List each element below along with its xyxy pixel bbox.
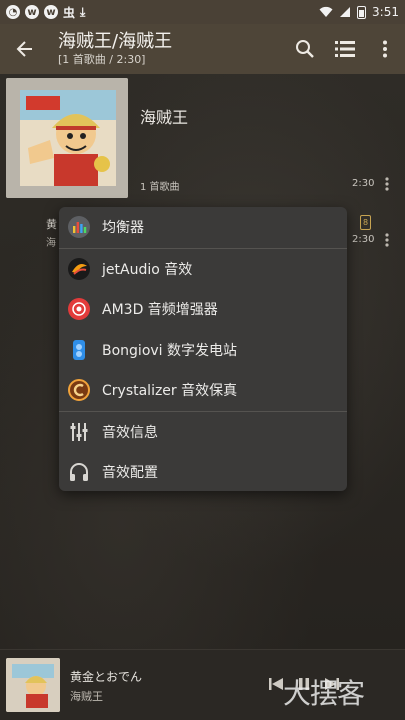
- generic-app-icon: ◔: [6, 5, 20, 19]
- album-more-button[interactable]: [378, 174, 396, 194]
- menu-item-crystalizer[interactable]: Crystalizer 音效保真: [59, 370, 347, 411]
- menu-item-label: Bongiovi 数字发电站: [102, 342, 238, 359]
- search-button[interactable]: [285, 24, 325, 74]
- skip-previous-icon: [269, 678, 283, 690]
- list-view-button[interactable]: [325, 24, 365, 74]
- jetaudio-icon: [68, 257, 90, 280]
- list-icon: [335, 41, 355, 57]
- more-vertical-icon: [385, 177, 389, 191]
- menu-item-equalizer[interactable]: 均衡器: [59, 207, 347, 248]
- previous-button[interactable]: [268, 676, 284, 696]
- menu-item-label: Crystalizer 音效保真: [102, 383, 238, 400]
- album-cover-image[interactable]: [6, 78, 128, 198]
- menu-item-label: AM3D 音频增强器: [102, 302, 218, 319]
- search-icon: [296, 40, 314, 58]
- status-bar: ◔ w w 虫 ⤓ 3:51: [0, 0, 405, 24]
- player-track-title: 黄金とおでん: [70, 670, 143, 684]
- sliders-icon: [68, 421, 90, 443]
- am3d-icon: [68, 298, 90, 321]
- track-more-button[interactable]: [378, 230, 396, 250]
- overflow-menu-button[interactable]: [365, 24, 405, 74]
- track-title: 黄: [46, 218, 57, 231]
- bongiovi-icon: [68, 339, 90, 361]
- album-song-count: 1 首歌曲: [140, 182, 180, 193]
- chat-app-icon: 虫: [63, 5, 76, 20]
- album-duration: 2:30: [352, 178, 375, 189]
- menu-item-label: 音效信息: [102, 424, 158, 441]
- player-album-art[interactable]: [6, 658, 60, 712]
- menu-item-am3d[interactable]: AM3D 音频增强器: [59, 289, 347, 330]
- download-icon: ⤓: [80, 4, 86, 19]
- album-title: 海贼王: [140, 108, 189, 127]
- back-button[interactable]: [0, 24, 50, 74]
- notification-icons: ◔ w w 虫 ⤓: [6, 4, 85, 21]
- signal-icon: [340, 7, 351, 17]
- watermark-text: 大摆客: [283, 677, 365, 710]
- battery-icon: [357, 5, 367, 19]
- equalizer-icon: [68, 216, 90, 239]
- app-bar: 海贼王/海贼王 [1 首歌曲 / 2:30]: [0, 24, 405, 74]
- quality-badge-icon: 8: [360, 215, 371, 230]
- player-track-artist: 海贼王: [70, 690, 103, 703]
- menu-item-bongiovi[interactable]: Bongiovi 数字发电站: [59, 330, 347, 371]
- menu-item-effect-config[interactable]: 音效配置: [59, 452, 347, 491]
- menu-item-label: 音效配置: [102, 465, 158, 482]
- more-vertical-icon: [385, 233, 389, 247]
- track-duration: 2:30: [352, 234, 375, 245]
- page-subtitle: [1 首歌曲 / 2:30]: [58, 53, 146, 66]
- menu-item-label: jetAudio 音效: [102, 261, 193, 278]
- menu-item-effect-info[interactable]: 音效信息: [59, 412, 347, 453]
- menu-item-jetaudio[interactable]: jetAudio 音效: [59, 249, 347, 290]
- track-artist: 海: [46, 238, 56, 249]
- menu-item-label: 均衡器: [102, 220, 144, 237]
- w-app-icon: w: [44, 5, 58, 19]
- wifi-icon: [319, 6, 333, 17]
- arrow-back-icon: [16, 41, 32, 57]
- more-vertical-icon: [383, 40, 387, 58]
- status-time: 3:51: [372, 5, 399, 19]
- sound-effects-menu: 均衡器 jetAudio 音效 AM3D 音频增强器 Bongiovi 数字发电…: [59, 207, 347, 491]
- w-app-icon: w: [25, 5, 39, 19]
- page-title: 海贼王/海贼王: [58, 31, 173, 52]
- crystalizer-icon: [68, 379, 90, 402]
- headphones-icon: [68, 461, 90, 483]
